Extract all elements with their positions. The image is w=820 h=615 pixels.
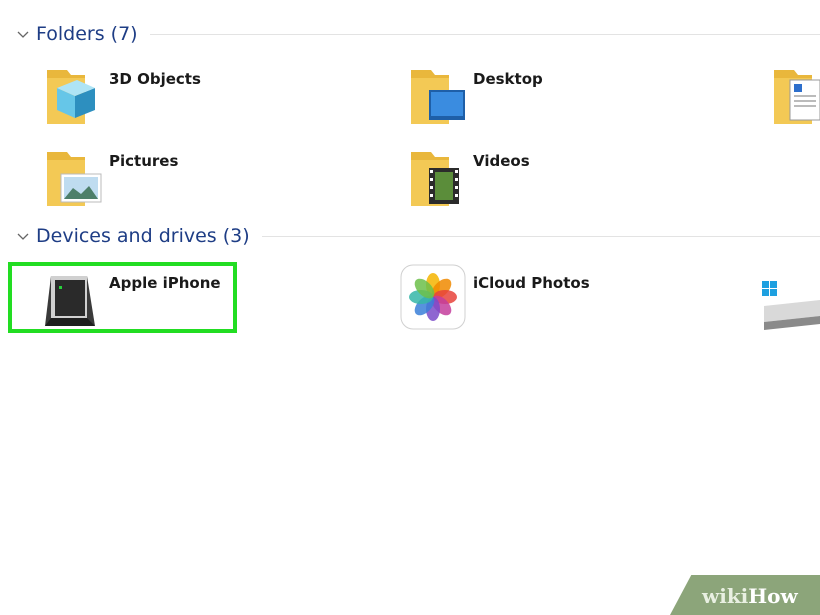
windows-drive-icon bbox=[762, 281, 820, 330]
folder-pictures[interactable]: Pictures bbox=[45, 148, 345, 212]
icloud-photos-icon bbox=[400, 264, 466, 330]
folder-3d-objects[interactable]: 3D Objects bbox=[45, 66, 345, 130]
chevron-down-icon bbox=[17, 233, 29, 240]
pictures-folder-icon bbox=[47, 152, 102, 206]
folder-desktop[interactable]: Desktop bbox=[409, 66, 709, 130]
folder-label: Desktop bbox=[473, 70, 543, 88]
device-windows-drive-partial[interactable] bbox=[760, 276, 820, 330]
device-label: Apple iPhone bbox=[109, 274, 221, 292]
folder-label: Videos bbox=[473, 152, 530, 170]
folders-section-header[interactable]: Folders (7) bbox=[16, 20, 820, 48]
section-divider bbox=[261, 235, 820, 237]
videos-folder-icon bbox=[411, 152, 459, 206]
3d-objects-folder-icon bbox=[47, 70, 95, 124]
documents-folder-icon bbox=[774, 70, 820, 124]
folder-videos[interactable]: Videos bbox=[409, 148, 709, 212]
chevron-down-icon bbox=[17, 31, 29, 38]
wikihow-wiki-text: wiki bbox=[702, 584, 749, 608]
folders-section-title: Folders (7) bbox=[36, 23, 138, 45]
section-divider bbox=[149, 33, 820, 35]
folder-label: Pictures bbox=[109, 152, 179, 170]
external-drive-icon bbox=[45, 276, 95, 326]
devices-section-title: Devices and drives (3) bbox=[36, 225, 250, 247]
wikihow-logo: wikiHow bbox=[702, 584, 798, 608]
wikihow-how-text: How bbox=[748, 584, 798, 608]
devices-section-header[interactable]: Devices and drives (3) bbox=[16, 222, 820, 250]
folder-label: 3D Objects bbox=[109, 70, 201, 88]
desktop-folder-icon bbox=[411, 70, 465, 124]
folder-documents-partial[interactable] bbox=[772, 66, 820, 130]
device-apple-iphone[interactable]: Apple iPhone bbox=[45, 270, 235, 334]
device-icloud-photos[interactable]: iCloud Photos bbox=[400, 264, 700, 330]
device-label: iCloud Photos bbox=[473, 274, 590, 292]
